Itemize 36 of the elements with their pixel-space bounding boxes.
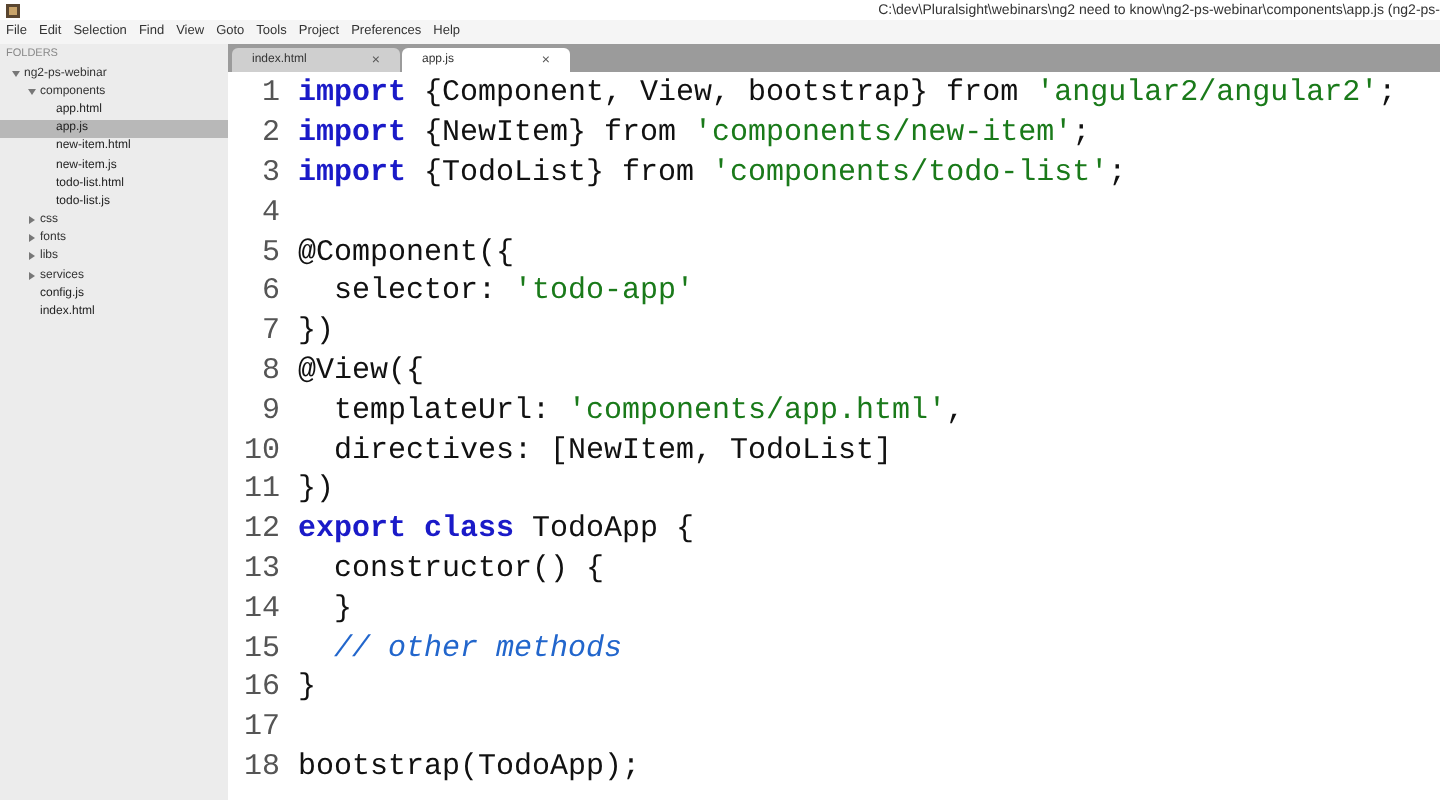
line-number: 15 [241,633,280,664]
line-number: 1 [259,78,280,109]
app-icon [6,3,20,17]
line-number: 16 [241,672,280,703]
code-line: selector: 'todo-app' [332,276,695,307]
code-line: @View({ [298,355,425,386]
code-line: }) [298,474,335,505]
code-line: bootstrap(TodoApp); [298,751,641,782]
line-number: 10 [241,435,280,466]
code-line: import {NewItem} from 'components/new-item'; [298,118,1091,149]
line-number: 18 [241,751,280,782]
line-number: 12 [241,514,280,545]
code-line: } [332,593,353,624]
code-line: import {TodoList} from 'components/todo-list'; [298,157,1127,188]
caret-right-icon [28,271,36,280]
line-number: 5 [259,237,280,268]
line-number: 14 [241,593,280,624]
line-number: 4 [259,197,280,228]
code-line: constructor() { [332,553,605,584]
code-line: // other methods [332,633,623,664]
line-number: 9 [259,395,280,426]
code-line: templateUrl: 'components/app.html', [332,395,965,426]
code-line: directives: [NewItem, TodoList] [332,435,893,466]
line-number: 17 [241,712,280,743]
code-line: export class TodoApp { [298,514,695,545]
line-number: 7 [259,316,280,347]
line-number: 11 [241,474,280,505]
line-number: 6 [259,276,280,307]
code-line: import {Component, View, bootstrap} from 'angular2/angular2'; [298,78,1397,109]
code-line: } [298,672,317,703]
line-number: 3 [259,157,280,188]
line-number: 2 [259,118,280,149]
line-number: 8 [259,355,280,386]
code-line: @Component({ [298,237,515,268]
code-line: }) [298,316,335,347]
line-number: 13 [241,553,280,584]
